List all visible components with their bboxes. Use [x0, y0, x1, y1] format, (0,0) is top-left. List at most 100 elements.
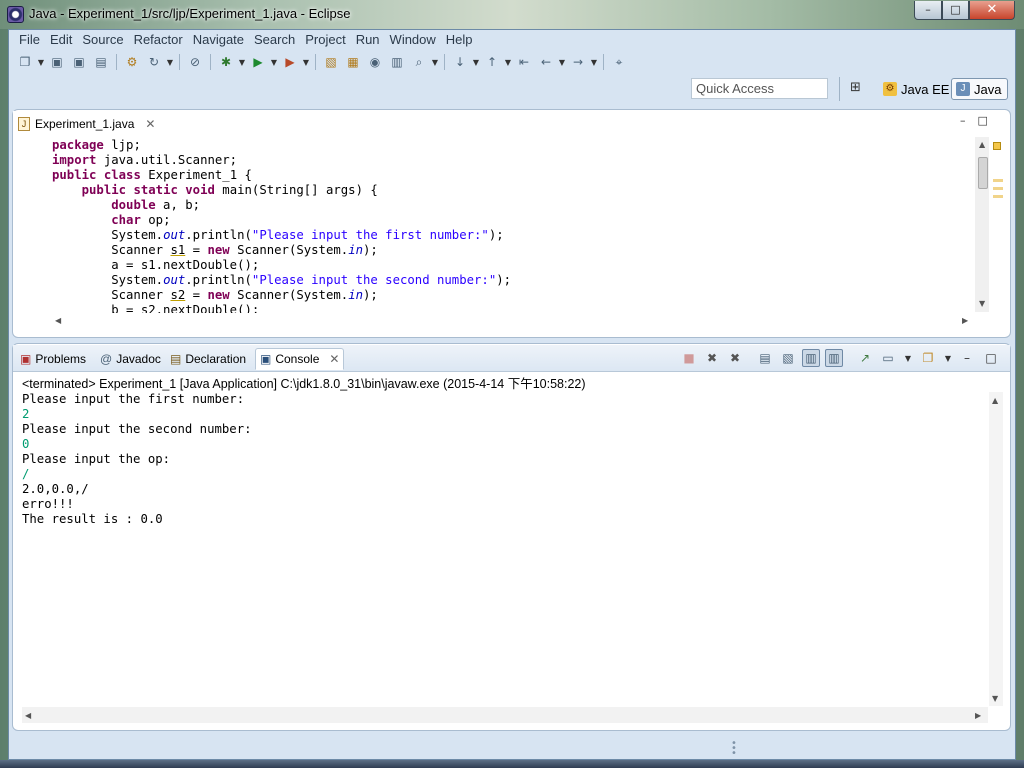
terminate-icon[interactable]: ■ — [680, 349, 698, 367]
display-console-icon[interactable]: ▭ — [879, 349, 897, 367]
search-icon[interactable]: ⌕ — [410, 53, 428, 71]
maximize-window-button[interactable]: □ — [942, 1, 969, 20]
refresh-icon[interactable]: ↻ — [145, 53, 163, 71]
code-editor[interactable]: package ljp; import java.util.Scanner; pub… — [14, 137, 976, 313]
next-annotation-icon[interactable]: ↓ — [451, 53, 469, 71]
tab-declaration[interactable]: ▤ Declaration — [166, 348, 250, 370]
chevron-down-icon[interactable]: ▼ — [270, 53, 278, 71]
maximize-editor-button[interactable]: □ — [978, 114, 988, 127]
show-on-stderr-icon[interactable]: ▥ — [825, 349, 843, 367]
scroll-down-icon[interactable]: ▼ — [992, 694, 998, 703]
overview-marker[interactable] — [993, 195, 1003, 198]
scroll-down-icon[interactable]: ▼ — [979, 299, 985, 308]
code-line[interactable]: char op; — [52, 213, 170, 228]
prev-annotation-icon[interactable]: ↑ — [483, 53, 501, 71]
new-icon[interactable]: ❐ — [16, 53, 34, 71]
forward-icon[interactable]: → — [569, 53, 587, 71]
open-type-icon[interactable]: ▥ — [388, 53, 406, 71]
scroll-up-icon[interactable]: ▲ — [992, 396, 998, 405]
code-line[interactable]: public static void main(String[] args) { — [52, 183, 378, 198]
console-output[interactable]: Please input the first number: 2 Please in… — [22, 392, 982, 527]
chevron-down-icon[interactable]: ▼ — [472, 53, 480, 71]
scroll-up-icon[interactable]: ▲ — [979, 140, 985, 149]
chevron-down-icon[interactable]: ▼ — [431, 53, 439, 71]
perspective-java-ee-button[interactable]: ⚙ Java EE — [879, 79, 953, 99]
code-line[interactable]: public class Experiment_1 { — [52, 168, 252, 183]
minimize-window-button[interactable]: – — [914, 1, 942, 20]
chevron-down-icon[interactable]: ▼ — [37, 53, 45, 71]
code-line[interactable]: double a, b; — [52, 198, 200, 213]
debug-icon[interactable]: ✱ — [217, 53, 235, 71]
build-icon[interactable]: ⚙ — [123, 53, 141, 71]
menu-edit[interactable]: Edit — [45, 30, 77, 50]
close-tab-icon[interactable]: ✕ — [145, 117, 155, 131]
overview-marker[interactable] — [993, 187, 1003, 190]
editor-scroll-thumb[interactable] — [978, 157, 988, 189]
run-icon[interactable]: ▶ — [249, 53, 267, 71]
chevron-down-icon[interactable]: ▼ — [899, 349, 917, 367]
scroll-left-icon[interactable]: ◀ — [55, 316, 61, 325]
chevron-down-icon[interactable]: ▼ — [238, 53, 246, 71]
console-vertical-scrollbar[interactable] — [989, 392, 1003, 706]
new-class-icon[interactable]: ◉ — [366, 53, 384, 71]
status-bar-grip[interactable]: • • • — [731, 739, 737, 759]
open-perspective-icon[interactable]: ⊞ — [850, 80, 866, 96]
code-line[interactable]: a = s1.nextDouble(); — [52, 258, 259, 273]
editor-tab-experiment-1[interactable]: J Experiment_1.java ✕ — [13, 111, 158, 136]
menu-navigate[interactable]: Navigate — [188, 30, 249, 50]
skip-breakpoints-icon[interactable]: ⊘ — [186, 53, 204, 71]
remove-all-terminated-icon[interactable]: ✖ — [726, 349, 744, 367]
new-java-project-icon[interactable]: ▧ — [322, 53, 340, 71]
menu-refactor[interactable]: Refactor — [129, 30, 188, 50]
tab-javadoc[interactable]: @ Javadoc — [96, 348, 165, 370]
scroll-lock-icon[interactable]: ▧ — [779, 349, 797, 367]
clear-console-icon[interactable]: ▤ — [756, 349, 774, 367]
code-line[interactable]: package ljp; — [52, 138, 141, 153]
chevron-down-icon[interactable]: ▼ — [166, 53, 174, 71]
print-icon[interactable]: ▤ — [92, 53, 110, 71]
code-line[interactable]: System.out.println("Please input the sec… — [52, 273, 511, 288]
back-icon[interactable]: ← — [537, 53, 555, 71]
code-line[interactable]: Scanner s2 = new Scanner(System.in); — [52, 288, 378, 303]
new-package-icon[interactable]: ▦ — [344, 53, 362, 71]
close-window-button[interactable]: ✕ — [969, 1, 1015, 20]
chevron-down-icon[interactable]: ▼ — [590, 53, 598, 71]
overview-warning-marker[interactable] — [993, 142, 1001, 150]
code-line[interactable]: b = s2.nextDouble(); — [52, 303, 259, 313]
tab-console[interactable]: ▣ Console ✕ — [255, 348, 345, 370]
code-line[interactable]: Scanner s1 = new Scanner(System.in); — [52, 243, 378, 258]
eclipse-app-icon[interactable] — [7, 6, 24, 23]
code-line[interactable]: import java.util.Scanner; — [52, 153, 237, 168]
menu-file[interactable]: File — [14, 30, 45, 50]
chevron-down-icon[interactable]: ▼ — [939, 349, 957, 367]
scroll-right-icon[interactable]: ▶ — [962, 316, 968, 325]
remove-launch-icon[interactable]: ✖ — [703, 349, 721, 367]
save-icon[interactable]: ▣ — [48, 53, 66, 71]
last-edit-icon[interactable]: ⇤ — [515, 53, 533, 71]
close-tab-icon[interactable]: ✕ — [329, 352, 339, 366]
open-console-icon[interactable]: ❐ — [919, 349, 937, 367]
quick-access-input[interactable]: Quick Access — [691, 78, 828, 99]
menu-project[interactable]: Project — [300, 30, 350, 50]
perspective-java-button[interactable]: J Java — [951, 78, 1008, 100]
minimize-editor-button[interactable]: – — [960, 114, 966, 127]
minimize-panel-button[interactable]: – — [958, 349, 976, 367]
tab-problems[interactable]: ▣ Problems — [16, 348, 90, 370]
chevron-down-icon[interactable]: ▼ — [302, 53, 310, 71]
pin-editor-icon[interactable]: ⌖ — [610, 53, 628, 71]
menu-window[interactable]: Window — [385, 30, 441, 50]
external-tools-icon[interactable]: ▶ — [281, 53, 299, 71]
menu-help[interactable]: Help — [441, 30, 478, 50]
save-all-icon[interactable]: ▣ — [70, 53, 88, 71]
overview-marker[interactable] — [993, 179, 1003, 182]
chevron-down-icon[interactable]: ▼ — [504, 53, 512, 71]
scroll-right-icon[interactable]: ▶ — [975, 711, 981, 720]
pin-console-icon[interactable]: ↗ — [856, 349, 874, 367]
console-horizontal-scrollbar[interactable] — [22, 707, 988, 723]
menu-source[interactable]: Source — [77, 30, 128, 50]
menu-search[interactable]: Search — [249, 30, 300, 50]
scroll-left-icon[interactable]: ◀ — [25, 711, 31, 720]
editor-horizontal-scrollbar[interactable] — [52, 314, 974, 328]
chevron-down-icon[interactable]: ▼ — [558, 53, 566, 71]
code-line[interactable]: System.out.println("Please input the fir… — [52, 228, 503, 243]
